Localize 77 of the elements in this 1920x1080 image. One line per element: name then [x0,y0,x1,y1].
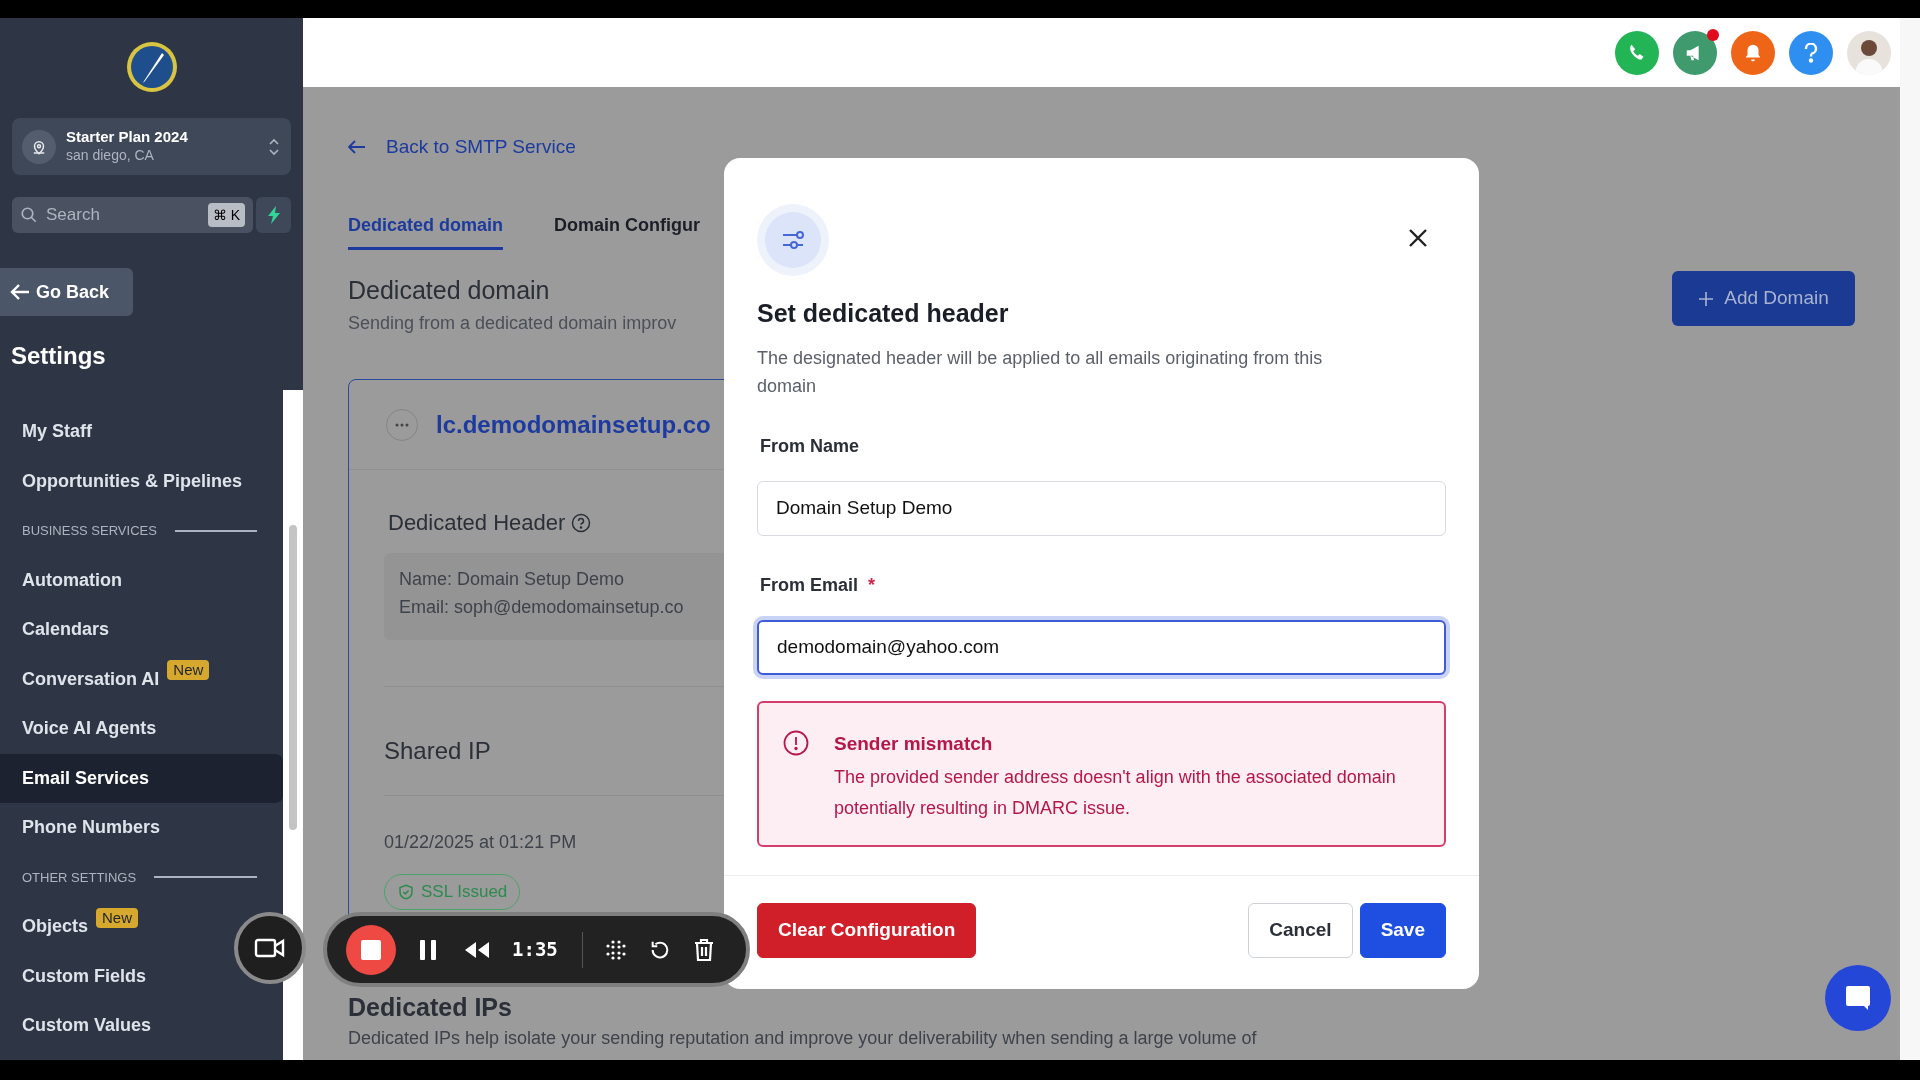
section-description: Dedicated IPs help isolate your sending reputation and improve your deliverability when sending a large volume of [348,1027,1257,1050]
scrollbar[interactable] [1900,18,1920,1060]
avatar[interactable] [1847,30,1891,75]
plus-icon [1698,290,1715,307]
section-title: Dedicated IPs [348,992,512,1023]
nav-item[interactable]: Voice AI Agents [0,704,165,754]
settings-title: Settings [10,341,107,368]
nav-item[interactable]: Custom Fields [0,951,154,1001]
alert-message: The provided sender address doesn't align with the associated domain potentially resulting in DMARC issue. [834,766,1397,820]
ellipsis-icon [395,422,409,427]
go-back-button[interactable]: Go Back [0,268,133,316]
back-link[interactable]: Back to SMTP Service [348,134,1855,160]
save-button[interactable]: Save [1359,902,1446,958]
input-field[interactable]: demodomain@yahoo.com [757,619,1446,675]
new-badge: New [96,907,139,928]
stop-icon [361,939,381,960]
nav-item[interactable]: Automation [0,555,130,605]
nav-item[interactable]: My Staff [0,407,100,457]
arrow-left-icon [348,140,366,154]
announcements-button[interactable] [1673,30,1717,75]
search-icon [20,206,38,224]
location-icon [22,129,56,164]
cancel-button[interactable]: Cancel [1248,902,1353,958]
header-detail-line: Name: Domain Setup Demo [399,568,625,591]
search-field[interactable]: Search ⌘ K [12,197,253,233]
field-label: From Email [760,573,859,597]
shortcut-key: ⌘ K [207,203,245,227]
input-field[interactable]: Domain Setup Demo [757,480,1446,536]
date-text: 01/22/2025 at 01:21 PM [384,831,577,854]
search-placeholder: Search [46,204,101,227]
section-label: BUSINESS SERVICES [22,522,157,540]
new-badge: New [167,660,210,681]
lightning-icon [265,206,282,224]
required-mark: * [868,573,876,597]
nav-item[interactable]: Custom Values [0,1001,160,1051]
location-switcher[interactable]: Starter Plan 2024 san diego, CA [12,118,291,175]
help-button[interactable] [1789,30,1833,75]
tab[interactable]: Domain Configur [554,210,701,250]
trash-icon [693,937,715,962]
modal-title: Set dedicated header [756,298,1010,329]
field-label: From Name [760,434,860,458]
close-icon [1408,228,1428,248]
nav-item[interactable]: Phone Numbers [0,803,169,853]
domain-name[interactable]: lc.demodomainsetup.co [436,406,711,443]
chat-bubble-icon [1844,984,1872,1012]
help-icon [1804,42,1818,63]
rewind-icon [464,940,490,959]
clear-button[interactable]: Clear Configuration [757,902,977,958]
arrow-left-icon [10,283,30,301]
section-title: Dedicated Header [388,509,566,537]
scrollbar[interactable] [289,525,297,830]
nav-item[interactable]: Conversation AI [0,654,160,704]
modal-description: The designated header will be applied to all emails originating from this domain [757,346,1324,398]
nav-item[interactable]: Email Services [0,753,283,803]
video-camera-icon [254,937,286,959]
page-subtitle: Sending from a dedicated domain improv [348,312,677,335]
nav-item[interactable]: Calendars [0,605,118,655]
quick-action-button[interactable] [256,197,291,233]
stop-button[interactable] [346,924,396,975]
nav-item[interactable]: Opportunities & Pipelines [0,456,251,506]
section-label: OTHER SETTINGS [22,868,137,887]
page-title: Dedicated domain [348,275,551,306]
tab[interactable]: Dedicated domain [348,210,504,250]
pause-icon [420,939,436,960]
add-domain-button[interactable]: Add Domain [1672,271,1855,326]
warning-icon [783,729,809,756]
logo-icon[interactable] [125,41,178,93]
help-icon[interactable] [571,512,592,533]
notifications-button[interactable] [1731,30,1775,75]
recording-time: 1:35 [512,937,559,963]
nav-item[interactable]: Objects [0,902,89,952]
header-detail-line: Email: soph@demodomainsetup.co [399,596,684,619]
plan-name: Starter Plan 2024 [66,128,189,148]
section-title: Shared IP [384,736,491,766]
plan-location: san diego, CA [66,147,155,165]
phone-button[interactable] [1615,30,1659,75]
alert-title: Sender mismatch [834,731,994,756]
